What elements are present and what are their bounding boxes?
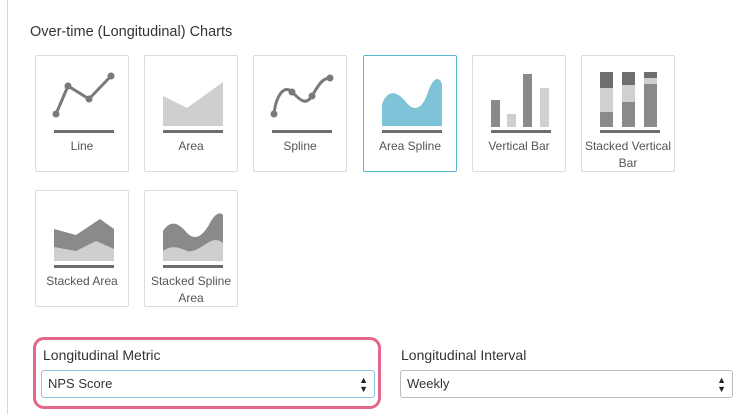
stacked-spline-area-chart-icon bbox=[163, 213, 223, 268]
vertical-bar-chart-icon bbox=[491, 74, 551, 133]
area-spline-chart-icon bbox=[382, 78, 442, 133]
left-border bbox=[7, 0, 8, 414]
chart-type-spline[interactable]: Spline bbox=[253, 55, 347, 172]
tile-label: Stacked Vertical Bar bbox=[584, 139, 672, 170]
interval-select[interactable]: Weekly ▲ ▼ bbox=[400, 370, 733, 398]
chart-type-stacked-spline-area[interactable]: Stacked Spline Area bbox=[144, 190, 238, 307]
select-arrows-icon: ▲ ▼ bbox=[717, 375, 726, 394]
chart-type-area[interactable]: Area bbox=[144, 55, 238, 172]
chart-type-line[interactable]: Line bbox=[35, 55, 129, 172]
chart-type-area-spline[interactable]: Area Spline bbox=[363, 55, 457, 172]
metric-select[interactable]: NPS Score ▲ ▼ bbox=[41, 370, 375, 398]
metric-select-value: NPS Score bbox=[48, 376, 113, 391]
select-arrows-icon: ▲ ▼ bbox=[359, 375, 368, 394]
interval-label: Longitudinal Interval bbox=[401, 347, 527, 363]
metric-label: Longitudinal Metric bbox=[43, 347, 161, 363]
chart-type-stacked-area[interactable]: Stacked Area bbox=[35, 190, 129, 307]
stacked-vertical-bar-chart-icon bbox=[600, 72, 660, 133]
area-chart-icon bbox=[163, 82, 223, 133]
tile-label: Area Spline bbox=[378, 139, 442, 153]
interval-select-value: Weekly bbox=[407, 376, 450, 391]
tile-label: Line bbox=[70, 139, 94, 153]
section-title: Over-time (Longitudinal) Charts bbox=[30, 24, 233, 40]
tile-label: Stacked Spline Area bbox=[150, 274, 232, 305]
tile-label: Area bbox=[178, 139, 204, 153]
tile-label: Vertical Bar bbox=[488, 139, 550, 153]
tile-label: Stacked Area bbox=[46, 274, 118, 288]
line-chart-icon bbox=[52, 72, 115, 133]
spline-chart-icon bbox=[270, 74, 334, 133]
stacked-area-chart-icon bbox=[54, 219, 114, 268]
tile-label: Spline bbox=[283, 139, 317, 153]
chart-type-vertical-bar[interactable]: Vertical Bar bbox=[472, 55, 566, 172]
chart-type-stacked-vertical-bar[interactable]: Stacked Vertical Bar bbox=[581, 55, 675, 172]
